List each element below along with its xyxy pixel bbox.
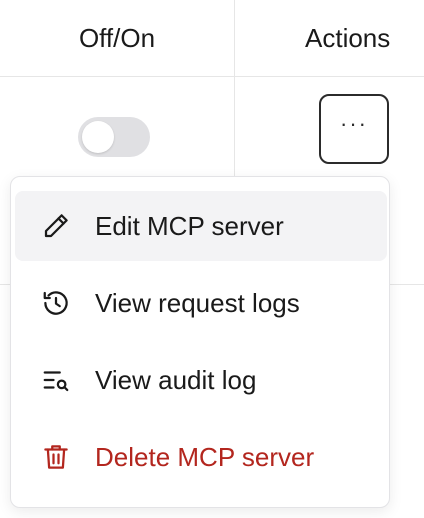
menu-item-label: View request logs — [95, 287, 300, 318]
menu-item-edit-mcp-server[interactable]: Edit MCP server — [15, 191, 387, 261]
menu-item-label: View audit log — [95, 364, 257, 395]
menu-item-view-request-logs[interactable]: View request logs — [15, 268, 387, 338]
column-divider — [234, 77, 235, 181]
menu-item-label: Delete MCP server — [95, 441, 315, 472]
menu-item-view-audit-log[interactable]: View audit log — [15, 345, 387, 415]
row-actions-button[interactable]: ··· — [319, 94, 389, 164]
mcp-servers-table-region: Off/On Actions ··· Edit MCP server View … — [0, 0, 424, 518]
history-icon — [39, 286, 73, 320]
menu-item-delete-mcp-server[interactable]: Delete MCP server — [15, 422, 387, 492]
table-header: Off/On Actions — [0, 0, 424, 77]
toggle-knob — [82, 121, 114, 153]
row-actions-menu: Edit MCP server View request logs View a… — [10, 176, 390, 508]
pencil-icon — [39, 209, 73, 243]
column-header-off-on: Off/On — [78, 22, 156, 53]
list-search-icon — [39, 363, 73, 397]
trash-icon — [39, 440, 73, 474]
enabled-toggle[interactable] — [78, 117, 150, 157]
menu-item-label: Edit MCP server — [95, 210, 284, 241]
column-header-actions: Actions — [305, 22, 391, 53]
